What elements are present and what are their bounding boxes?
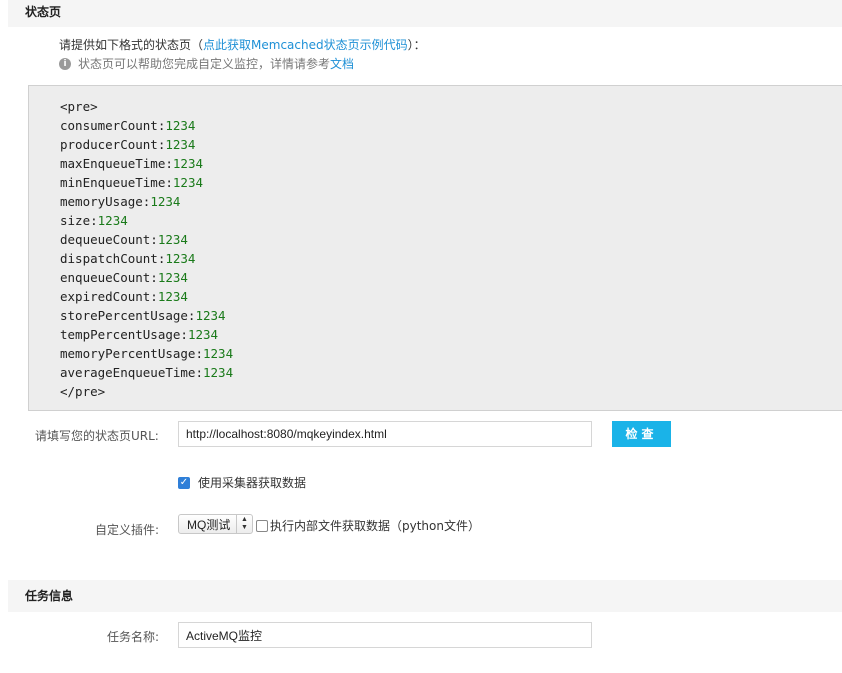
code-line: averageEnqueueTime:1234 (60, 363, 233, 382)
code-value: 1234 (157, 270, 188, 285)
code-line: memoryPercentUsage:1234 (60, 344, 233, 363)
code-key: size: (60, 213, 98, 228)
plugin-label: 自定义插件: (95, 523, 160, 537)
code-key: tempPercentUsage: (60, 327, 188, 342)
task-section-title: 任务信息 (25, 589, 74, 603)
code-line: tempPercentUsage:1234 (60, 325, 233, 344)
collector-checkbox-row[interactable]: ✓ 使用采集器获取数据 (178, 474, 306, 491)
code-value: 1234 (172, 175, 203, 190)
code-key: consumerCount: (60, 118, 166, 133)
code-key: memoryPercentUsage: (60, 346, 203, 361)
code-key: expiredCount: (60, 289, 158, 304)
collector-checkbox[interactable]: ✓ (178, 476, 190, 489)
code-value: 1234 (157, 289, 188, 304)
code-key: maxEnqueueTime: (60, 156, 173, 171)
code-value: 1234 (195, 308, 226, 323)
status-intro: 请提供如下格式的状态页（点此获取Memcached状态页示例代码）： (59, 36, 426, 53)
code-value: 1234 (165, 251, 196, 266)
code-lines: <pre> consumerCount:1234 producerCount:12… (60, 97, 233, 401)
code-key: minEnqueueTime: (60, 175, 173, 190)
code-value: 1234 (97, 213, 128, 228)
intro-prefix: 请提供如下格式的状态页（ (59, 38, 204, 52)
status-section-header: 状态页 (8, 0, 842, 27)
code-value: 1234 (203, 346, 234, 361)
code-line: minEnqueueTime:1234 (60, 173, 233, 192)
code-value: 1234 (203, 365, 234, 380)
code-line: producerCount:1234 (60, 135, 233, 154)
code-line: dequeueCount:1234 (60, 230, 233, 249)
code-key: averageEnqueueTime: (60, 365, 203, 380)
internal-file-label: 执行内部文件获取数据（python文件） (270, 519, 480, 533)
status-hint: i 状态页可以帮助您完成自定义监控，详情请参考 文档 (59, 55, 354, 72)
code-open-tag: <pre> (60, 99, 98, 114)
code-line: consumerCount:1234 (60, 116, 233, 135)
intro-suffix: ）： (407, 38, 426, 52)
code-line: expiredCount:1234 (60, 287, 233, 306)
code-line: maxEnqueueTime:1234 (60, 154, 233, 173)
code-line: size:1234 (60, 211, 233, 230)
collector-checkbox-label: 使用采集器获取数据 (198, 476, 307, 490)
code-value: 1234 (150, 194, 181, 209)
select-arrows-icon: ▲ ▼ (236, 515, 252, 533)
code-close-tag: </pre> (60, 384, 106, 399)
hint-text: 状态页可以帮助您完成自定义监控，详情请参考 (78, 57, 331, 71)
status-url-input[interactable] (178, 421, 592, 447)
plugin-select[interactable]: MQ测试 ▲ ▼ (178, 514, 253, 534)
internal-file-checkbox-row[interactable]: 执行内部文件获取数据（python文件） (256, 517, 480, 534)
status-format-code-block: <pre> consumerCount:1234 producerCount:12… (28, 85, 842, 411)
task-name-label: 任务名称: (107, 630, 160, 644)
code-value: 1234 (172, 156, 203, 171)
url-label: 请填写您的状态页URL: (35, 429, 159, 443)
internal-file-checkbox[interactable] (256, 519, 268, 532)
code-line: memoryUsage:1234 (60, 192, 233, 211)
plugin-selected-value: MQ测试 (187, 517, 231, 532)
task-name-input[interactable] (178, 622, 592, 648)
check-button[interactable]: 检查 (612, 421, 671, 447)
code-value: 1234 (187, 327, 219, 342)
code-line: storePercentUsage:1234 (60, 306, 233, 325)
task-section-header: 任务信息 (8, 580, 842, 612)
code-line: dispatchCount:1234 (60, 249, 233, 268)
code-value: 1234 (157, 232, 188, 247)
docs-link[interactable]: 文档 (330, 55, 354, 72)
code-value: 1234 (165, 118, 196, 133)
code-value: 1234 (165, 137, 196, 152)
code-key: producerCount: (60, 137, 166, 152)
code-key: memoryUsage: (60, 194, 151, 209)
code-key: storePercentUsage: (60, 308, 196, 323)
code-key: dispatchCount: (60, 251, 166, 266)
code-key: dequeueCount: (60, 232, 158, 247)
code-line: enqueueCount:1234 (60, 268, 233, 287)
status-section-title: 状态页 (25, 5, 62, 19)
memcached-sample-link[interactable]: 点此获取Memcached状态页示例代码 (203, 38, 408, 52)
code-key: enqueueCount: (60, 270, 158, 285)
info-icon: i (59, 57, 71, 70)
